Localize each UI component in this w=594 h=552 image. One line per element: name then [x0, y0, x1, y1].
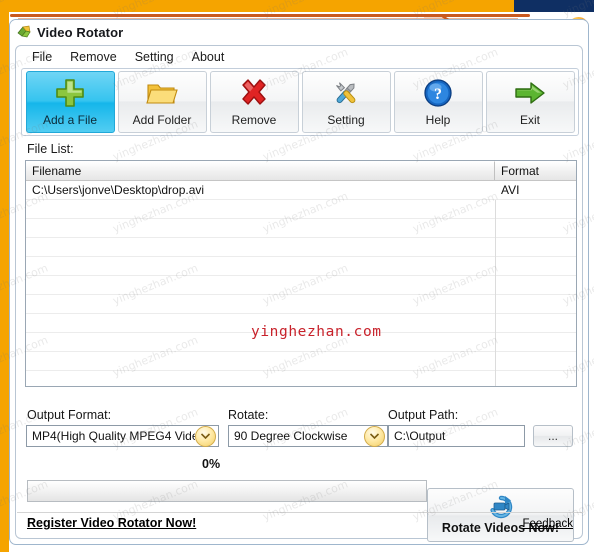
- table-row-empty: [26, 200, 576, 219]
- output-format-value: MP4(High Quality MPEG4 Video: [32, 429, 195, 443]
- toolbar-button-setting[interactable]: Setting: [301, 71, 391, 133]
- file-list-header: Filename Format: [26, 161, 576, 181]
- file-list[interactable]: Filename Format C:\Users\jonve\Desktop\d…: [25, 160, 577, 387]
- file-list-body: C:\Users\jonve\Desktop\drop.avi AVI: [26, 181, 576, 386]
- folder-icon: [145, 76, 179, 110]
- toolbar-label: Help: [425, 113, 451, 127]
- menu-bar: File Remove Setting About: [16, 46, 232, 67]
- toolbar-button-add-folder[interactable]: Add Folder: [117, 71, 207, 133]
- tools-icon: [330, 76, 362, 110]
- output-path-label: Output Path:: [388, 408, 459, 422]
- rotate-value: 90 Degree Clockwise: [234, 429, 348, 443]
- toolbar: Add a File Add Folder Remove Setting ? H…: [21, 68, 579, 136]
- window-title: Video Rotator: [37, 24, 124, 40]
- decorative-left-bar: [0, 6, 9, 552]
- toolbar-label: Add a File: [42, 113, 98, 127]
- table-row-empty: [26, 333, 576, 352]
- question-mark-icon: ?: [423, 76, 453, 110]
- title-bar: Video Rotator: [10, 20, 588, 44]
- table-row[interactable]: C:\Users\jonve\Desktop\drop.avi AVI: [26, 181, 576, 200]
- app-logo-icon: [17, 25, 31, 38]
- toolbar-label: Exit: [519, 113, 540, 127]
- chevron-down-icon[interactable]: [364, 425, 385, 447]
- green-plus-icon: [53, 76, 87, 110]
- decorative-top-bar-navy: [514, 0, 594, 12]
- green-arrow-icon: [513, 76, 547, 110]
- toolbar-label: Add Folder: [132, 113, 192, 127]
- rotate-label: Rotate:: [228, 408, 269, 422]
- menu-item-file[interactable]: File: [24, 48, 60, 66]
- progress-percent-label: 0%: [202, 457, 221, 471]
- table-row-empty: [26, 295, 576, 314]
- main-window: Video Rotator File Remove Setting About: [9, 19, 589, 545]
- toolbar-label: Remove: [231, 113, 277, 127]
- column-header-format[interactable]: Format: [495, 161, 576, 180]
- red-x-icon: [238, 76, 270, 110]
- column-header-filename[interactable]: Filename: [26, 161, 495, 180]
- decorative-top-bar: [0, 0, 594, 12]
- output-format-select[interactable]: MP4(High Quality MPEG4 Video: [26, 425, 219, 447]
- register-link[interactable]: Register Video Rotator Now!: [27, 516, 196, 530]
- toolbar-button-help[interactable]: ? Help: [393, 71, 483, 133]
- cell-format: AVI: [501, 183, 520, 197]
- rotate-select[interactable]: 90 Degree Clockwise: [228, 425, 388, 447]
- table-row-empty: [26, 257, 576, 276]
- table-row-empty: [26, 238, 576, 257]
- column-separator: [495, 200, 496, 386]
- toolbar-button-remove[interactable]: Remove: [209, 71, 299, 133]
- status-bar: Register Video Rotator Now! Feedback: [17, 512, 583, 537]
- menu-item-remove[interactable]: Remove: [62, 48, 125, 66]
- application-window: Video Rotator File Remove Setting About: [0, 0, 594, 552]
- chevron-down-icon[interactable]: [195, 425, 216, 447]
- table-row-empty: [26, 371, 576, 386]
- toolbar-button-add-a-file[interactable]: Add a File: [25, 71, 115, 133]
- toolbar-label: Setting: [327, 113, 365, 127]
- feedback-link[interactable]: Feedback: [522, 518, 573, 530]
- cell-filename: C:\Users\jonve\Desktop\drop.avi: [32, 183, 205, 197]
- menu-item-about[interactable]: About: [184, 48, 233, 66]
- output-format-label: Output Format:: [27, 408, 112, 422]
- table-row-empty: [26, 352, 576, 371]
- file-list-label: File List:: [27, 142, 74, 156]
- table-row-empty: [26, 276, 576, 295]
- client-panel: File Remove Setting About Add a File Add…: [15, 45, 583, 542]
- progress-bar: [27, 480, 427, 502]
- table-row-empty: [26, 314, 576, 333]
- output-path-input[interactable]: C:\Output: [388, 425, 525, 447]
- browse-button[interactable]: ...: [533, 425, 573, 447]
- svg-text:?: ?: [434, 86, 442, 103]
- toolbar-button-exit[interactable]: Exit: [485, 71, 575, 133]
- table-row-empty: [26, 219, 576, 238]
- menu-item-setting[interactable]: Setting: [127, 48, 182, 66]
